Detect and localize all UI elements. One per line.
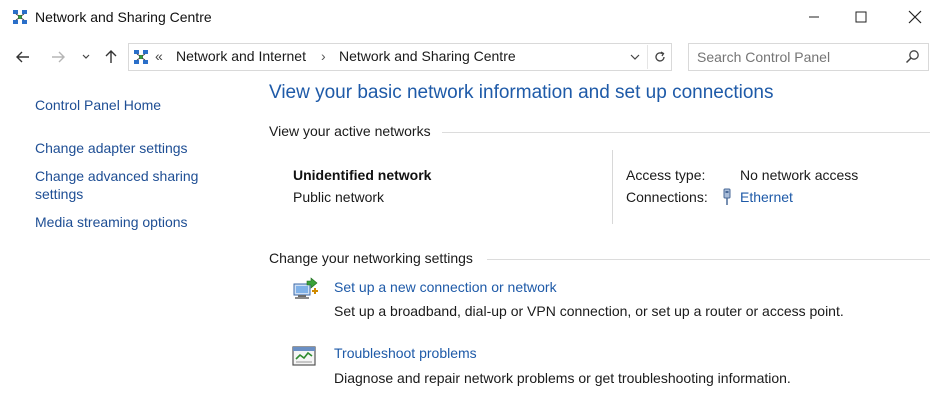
sidebar-item-media-streaming-options[interactable]: Media streaming options bbox=[35, 213, 188, 231]
access-type-label: Access type: bbox=[626, 167, 706, 183]
close-button[interactable] bbox=[892, 0, 938, 34]
forward-arrow-icon bbox=[52, 51, 65, 63]
refresh-button[interactable] bbox=[647, 45, 671, 69]
chevron-down-icon bbox=[630, 54, 640, 60]
breadcrumb-network-and-sharing-centre[interactable]: Network and Sharing Centre bbox=[339, 48, 516, 64]
networking-settings-heading: Change your networking settings bbox=[269, 250, 473, 266]
search-icon[interactable] bbox=[905, 49, 920, 69]
connection-ethernet-link[interactable]: Ethernet bbox=[740, 189, 793, 205]
refresh-icon bbox=[654, 51, 665, 62]
network-center-icon bbox=[12, 9, 28, 25]
sidebar-item-change-adapter-settings[interactable]: Change adapter settings bbox=[35, 139, 188, 157]
active-networks-heading: View your active networks bbox=[269, 123, 431, 139]
breadcrumb-separator[interactable]: › bbox=[321, 48, 326, 64]
up-arrow-icon bbox=[105, 50, 117, 63]
sidebar-item-change-advanced-sharing-settings[interactable]: Change advanced sharing settings bbox=[35, 167, 235, 203]
minimize-button[interactable] bbox=[791, 0, 837, 34]
troubleshoot-icon bbox=[291, 344, 319, 370]
address-dropdown-button[interactable] bbox=[625, 45, 645, 69]
search-input[interactable] bbox=[697, 49, 897, 65]
network-center-icon bbox=[133, 49, 149, 65]
ethernet-icon[interactable] bbox=[721, 188, 733, 211]
breadcrumb-overflow[interactable]: « bbox=[155, 48, 163, 64]
left-pane: Control Panel Home Change adapter settin… bbox=[0, 84, 255, 408]
setup-new-connection-link[interactable]: Set up a new connection or network bbox=[334, 279, 557, 295]
vertical-divider bbox=[612, 150, 613, 224]
connections-label: Connections: bbox=[626, 189, 708, 205]
address-bar[interactable]: « Network and Internet › Network and Sha… bbox=[128, 43, 672, 71]
troubleshoot-problems-description: Diagnose and repair network problems or … bbox=[334, 370, 791, 386]
troubleshoot-problems-link[interactable]: Troubleshoot problems bbox=[334, 345, 477, 361]
back-button[interactable] bbox=[12, 46, 34, 68]
access-type-value: No network access bbox=[740, 167, 859, 183]
forward-button[interactable] bbox=[47, 46, 69, 68]
title-bar: Network and Sharing Centre bbox=[0, 0, 940, 34]
maximize-button[interactable] bbox=[838, 0, 884, 34]
setup-new-connection-description: Set up a broadband, dial-up or VPN conne… bbox=[334, 303, 844, 319]
section-divider bbox=[487, 259, 930, 260]
recent-locations-button[interactable] bbox=[78, 46, 94, 68]
network-name: Unidentified network bbox=[293, 167, 432, 183]
sidebar-item-control-panel-home[interactable]: Control Panel Home bbox=[35, 96, 161, 114]
breadcrumb-network-and-internet[interactable]: Network and Internet bbox=[176, 48, 306, 64]
window-title: Network and Sharing Centre bbox=[35, 9, 212, 25]
new-connection-icon bbox=[291, 277, 319, 303]
up-button[interactable] bbox=[100, 46, 122, 68]
chevron-down-icon bbox=[82, 54, 90, 59]
page-title: View your basic network information and … bbox=[269, 82, 774, 103]
search-box[interactable] bbox=[688, 43, 929, 71]
network-category: Public network bbox=[293, 189, 385, 205]
back-arrow-icon bbox=[16, 51, 29, 63]
section-divider bbox=[442, 132, 930, 133]
